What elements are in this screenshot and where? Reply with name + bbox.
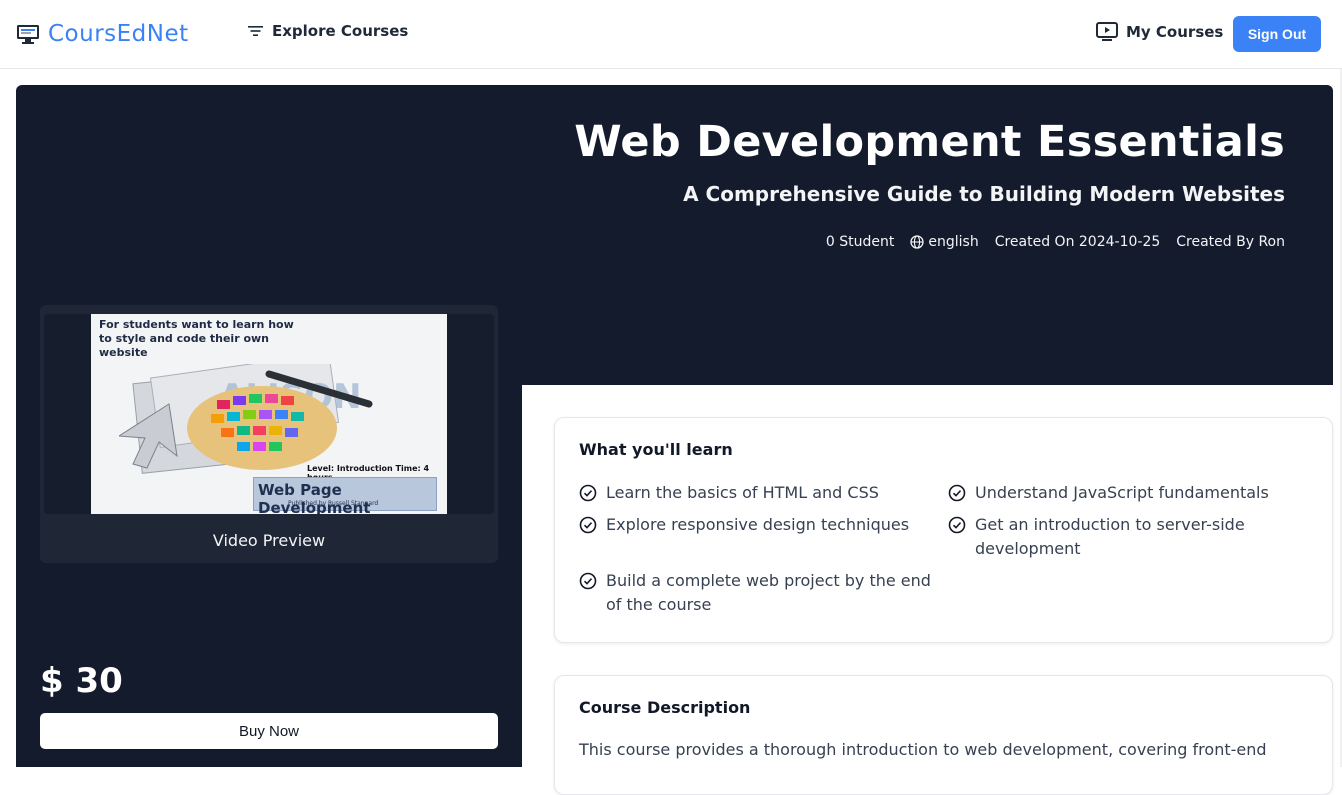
learn-item-text: Understand JavaScript fundamentals xyxy=(975,483,1269,502)
description-text: This course provides a thorough introduc… xyxy=(579,740,1267,759)
course-meta: 0 Student english Created On 2024-10-25 … xyxy=(826,234,1285,250)
course-description-card: Course Description This course provides … xyxy=(554,675,1333,795)
course-language: english xyxy=(910,234,979,250)
thumbnail-publisher: Published by Russell Stannard xyxy=(288,500,379,507)
learn-item-text: Get an introduction to server-side devel… xyxy=(975,515,1245,558)
learn-heading: What you'll learn xyxy=(579,440,733,459)
brand-name: CoursEdNet xyxy=(48,21,189,47)
student-count: 0 Student xyxy=(825,234,895,250)
check-circle-icon xyxy=(579,516,597,534)
computer-monitor-logo-icon xyxy=(17,25,39,44)
course-title: Web Development Essentials xyxy=(574,117,1285,167)
video-player-icon xyxy=(1096,22,1118,41)
learn-item-text: Build a complete web project by the end … xyxy=(606,571,931,614)
check-circle-icon xyxy=(579,572,597,590)
course-price: $ 30 xyxy=(40,661,123,701)
thumbnail-banner: Web Page Development Published by Russel… xyxy=(253,477,437,514)
thumbnail-banner-title: Web Page Development xyxy=(258,481,371,514)
created-by-author: Created By Ron xyxy=(1176,234,1285,250)
top-navbar: CoursEdNet Explore Courses My Courses Si… xyxy=(0,0,1342,69)
learn-item: Build a complete web project by the end … xyxy=(579,569,944,617)
video-player[interactable]: For students want to learn how to style … xyxy=(44,314,494,514)
learn-item: Get an introduction to server-side devel… xyxy=(948,513,1278,561)
video-preview-label: Video Preview xyxy=(212,531,326,550)
learn-item: Learn the basics of HTML and CSS xyxy=(579,481,939,505)
globe-icon xyxy=(910,235,925,249)
explore-courses-button[interactable]: Explore Courses xyxy=(248,22,408,40)
learn-item: Understand JavaScript fundamentals xyxy=(948,481,1318,505)
explore-courses-label: Explore Courses xyxy=(272,22,409,40)
check-circle-icon xyxy=(948,516,966,534)
video-preview-card[interactable]: For students want to learn how to style … xyxy=(40,305,498,563)
description-heading: Course Description xyxy=(579,698,751,717)
learn-item-text: Learn the basics of HTML and CSS xyxy=(606,483,879,502)
thumbnail-caption: For students want to learn how to style … xyxy=(99,318,294,359)
check-circle-icon xyxy=(579,484,597,502)
course-subtitle: A Comprehensive Guide to Building Modern… xyxy=(683,182,1285,206)
what-youll-learn-card: What you'll learn Learn the basics of HT… xyxy=(554,417,1333,643)
paint-palette-graphic xyxy=(187,386,337,470)
buy-now-button[interactable]: Buy Now xyxy=(40,713,498,749)
video-thumbnail: For students want to learn how to style … xyxy=(91,314,447,514)
brand-logo-link[interactable]: CoursEdNet xyxy=(16,20,189,48)
language-label: english xyxy=(928,234,979,250)
check-circle-icon xyxy=(948,484,966,502)
filter-lines-icon xyxy=(248,26,263,36)
my-courses-link[interactable]: My Courses xyxy=(1096,22,1223,42)
created-on-date: Created On 2024-10-25 xyxy=(994,234,1161,250)
sign-out-button[interactable]: Sign Out xyxy=(1233,16,1321,52)
learn-item-text: Explore responsive design techniques xyxy=(606,515,910,534)
learn-item: Explore responsive design techniques xyxy=(579,513,939,537)
my-courses-label: My Courses xyxy=(1126,23,1224,41)
